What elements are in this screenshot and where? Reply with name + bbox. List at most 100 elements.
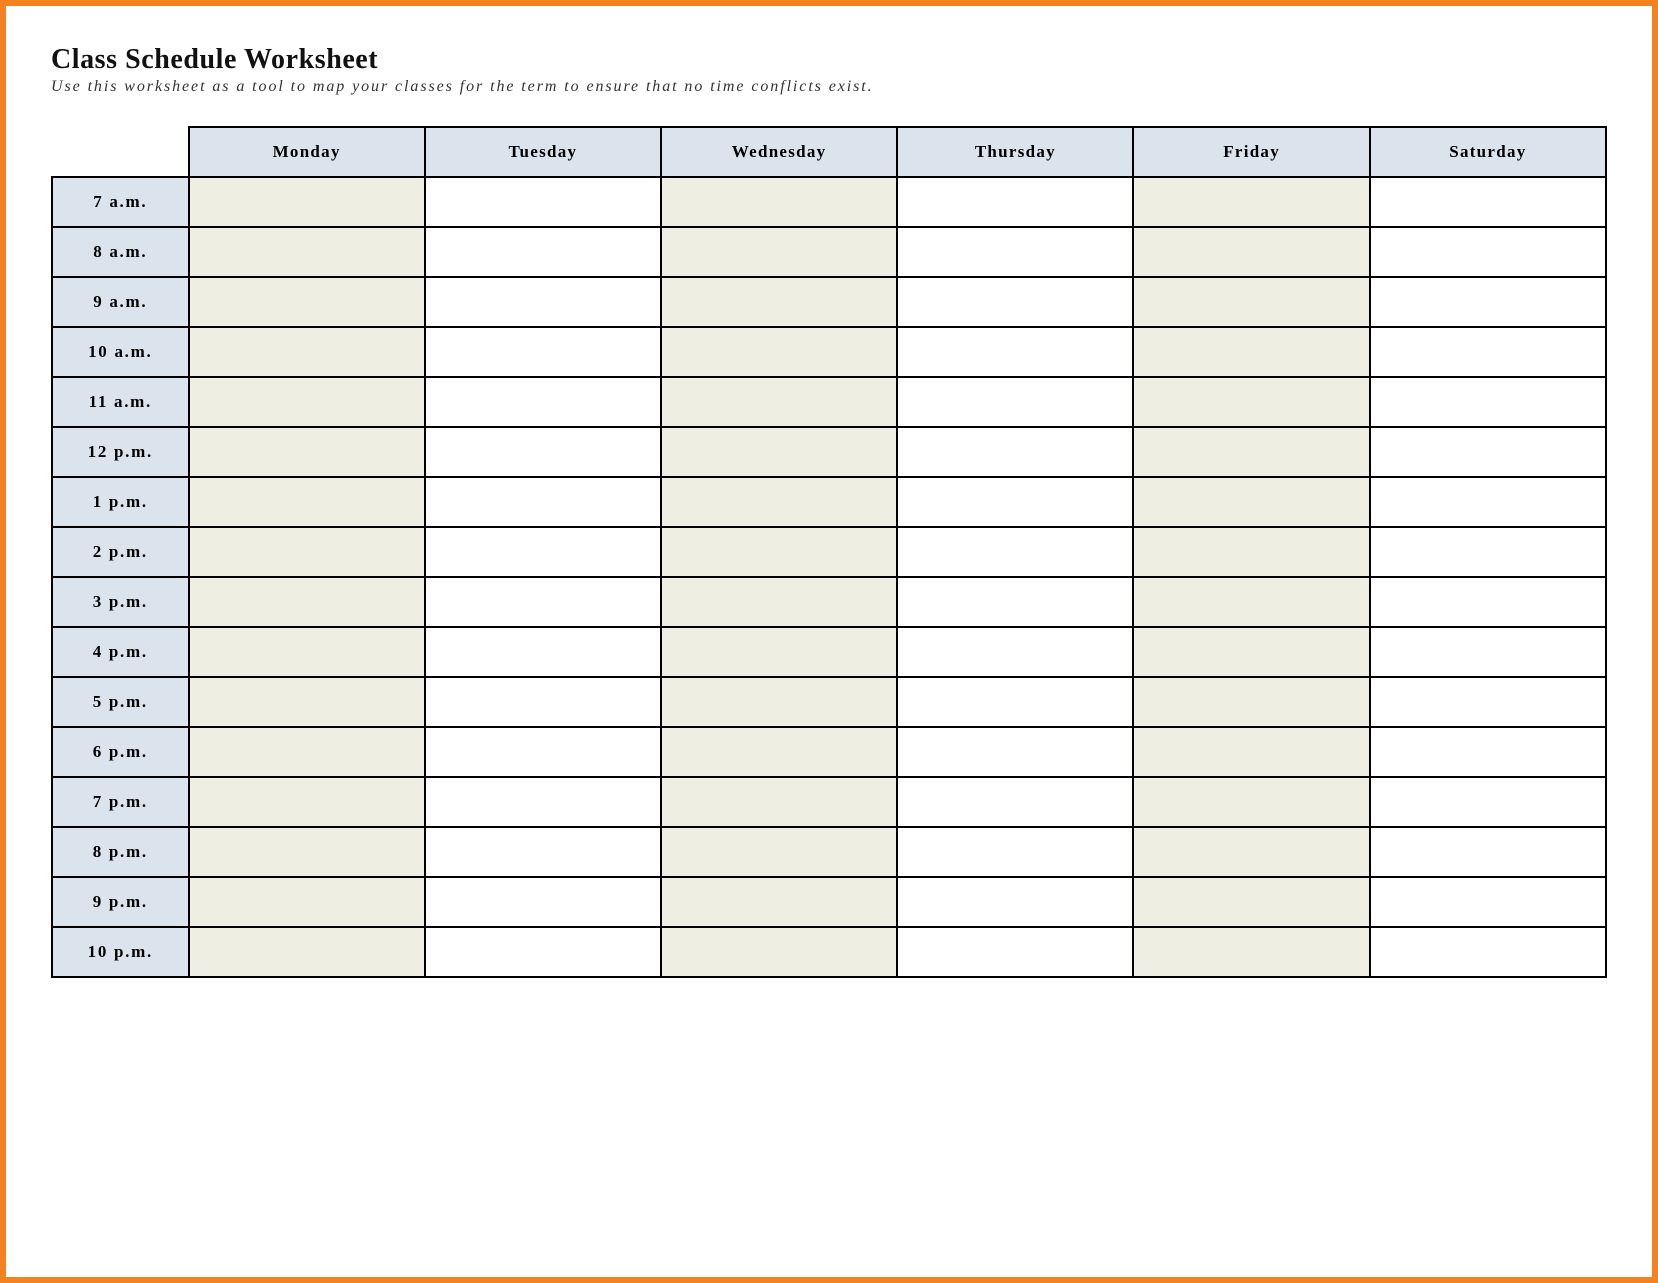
schedule-cell[interactable] xyxy=(897,227,1133,277)
schedule-cell[interactable] xyxy=(425,377,661,427)
schedule-cell[interactable] xyxy=(661,577,897,627)
schedule-cell[interactable] xyxy=(1370,427,1606,477)
schedule-cell[interactable] xyxy=(1370,327,1606,377)
header-row: Monday Tuesday Wednesday Thursday Friday… xyxy=(52,127,1606,177)
schedule-cell[interactable] xyxy=(1370,527,1606,577)
schedule-cell[interactable] xyxy=(897,577,1133,627)
schedule-cell[interactable] xyxy=(661,377,897,427)
schedule-cell[interactable] xyxy=(1370,227,1606,277)
schedule-cell[interactable] xyxy=(897,327,1133,377)
schedule-cell[interactable] xyxy=(897,727,1133,777)
schedule-cell[interactable] xyxy=(189,227,425,277)
schedule-cell[interactable] xyxy=(661,727,897,777)
schedule-cell[interactable] xyxy=(897,827,1133,877)
day-header-friday: Friday xyxy=(1133,127,1369,177)
schedule-cell[interactable] xyxy=(1370,277,1606,327)
schedule-cell[interactable] xyxy=(189,427,425,477)
schedule-cell[interactable] xyxy=(1133,377,1369,427)
schedule-cell[interactable] xyxy=(189,477,425,527)
schedule-cell[interactable] xyxy=(1133,227,1369,277)
schedule-cell[interactable] xyxy=(1133,427,1369,477)
schedule-cell[interactable] xyxy=(1370,477,1606,527)
schedule-cell[interactable] xyxy=(1370,877,1606,927)
schedule-cell[interactable] xyxy=(1133,277,1369,327)
schedule-cell[interactable] xyxy=(189,927,425,977)
schedule-cell[interactable] xyxy=(189,327,425,377)
schedule-cell[interactable] xyxy=(1133,627,1369,677)
schedule-cell[interactable] xyxy=(1370,377,1606,427)
schedule-cell[interactable] xyxy=(425,627,661,677)
schedule-cell[interactable] xyxy=(661,177,897,227)
schedule-cell[interactable] xyxy=(1370,827,1606,877)
schedule-cell[interactable] xyxy=(661,477,897,527)
schedule-cell[interactable] xyxy=(897,627,1133,677)
schedule-cell[interactable] xyxy=(661,877,897,927)
schedule-cell[interactable] xyxy=(1133,527,1369,577)
schedule-cell[interactable] xyxy=(189,177,425,227)
schedule-cell[interactable] xyxy=(661,827,897,877)
schedule-cell[interactable] xyxy=(1133,577,1369,627)
schedule-cell[interactable] xyxy=(425,477,661,527)
schedule-cell[interactable] xyxy=(189,377,425,427)
schedule-cell[interactable] xyxy=(1370,677,1606,727)
schedule-cell[interactable] xyxy=(1370,777,1606,827)
schedule-cell[interactable] xyxy=(1370,927,1606,977)
schedule-cell[interactable] xyxy=(897,777,1133,827)
schedule-cell[interactable] xyxy=(1133,777,1369,827)
schedule-cell[interactable] xyxy=(661,677,897,727)
schedule-cell[interactable] xyxy=(189,827,425,877)
schedule-cell[interactable] xyxy=(425,827,661,877)
schedule-cell[interactable] xyxy=(897,927,1133,977)
schedule-cell[interactable] xyxy=(661,227,897,277)
schedule-cell[interactable] xyxy=(661,627,897,677)
schedule-cell[interactable] xyxy=(189,627,425,677)
schedule-cell[interactable] xyxy=(661,327,897,377)
schedule-cell[interactable] xyxy=(1370,177,1606,227)
schedule-cell[interactable] xyxy=(1133,827,1369,877)
schedule-cell[interactable] xyxy=(189,277,425,327)
schedule-cell[interactable] xyxy=(661,277,897,327)
schedule-cell[interactable] xyxy=(425,727,661,777)
schedule-cell[interactable] xyxy=(1370,727,1606,777)
schedule-cell[interactable] xyxy=(425,177,661,227)
schedule-cell[interactable] xyxy=(189,527,425,577)
schedule-cell[interactable] xyxy=(425,527,661,577)
schedule-cell[interactable] xyxy=(1133,177,1369,227)
schedule-cell[interactable] xyxy=(189,777,425,827)
schedule-cell[interactable] xyxy=(425,427,661,477)
schedule-cell[interactable] xyxy=(189,677,425,727)
schedule-cell[interactable] xyxy=(897,377,1133,427)
schedule-cell[interactable] xyxy=(897,427,1133,477)
schedule-cell[interactable] xyxy=(897,477,1133,527)
schedule-cell[interactable] xyxy=(1133,877,1369,927)
schedule-cell[interactable] xyxy=(425,577,661,627)
schedule-cell[interactable] xyxy=(897,877,1133,927)
schedule-cell[interactable] xyxy=(1133,677,1369,727)
schedule-cell[interactable] xyxy=(425,277,661,327)
schedule-cell[interactable] xyxy=(1133,477,1369,527)
schedule-cell[interactable] xyxy=(425,927,661,977)
schedule-cell[interactable] xyxy=(661,427,897,477)
schedule-cell[interactable] xyxy=(1133,327,1369,377)
schedule-cell[interactable] xyxy=(425,677,661,727)
schedule-cell[interactable] xyxy=(897,677,1133,727)
schedule-cell[interactable] xyxy=(897,527,1133,577)
schedule-cell[interactable] xyxy=(425,227,661,277)
schedule-cell[interactable] xyxy=(425,877,661,927)
schedule-cell[interactable] xyxy=(661,927,897,977)
schedule-cell[interactable] xyxy=(425,777,661,827)
schedule-cell[interactable] xyxy=(897,177,1133,227)
schedule-cell[interactable] xyxy=(1370,627,1606,677)
schedule-cell[interactable] xyxy=(1133,927,1369,977)
schedule-cell[interactable] xyxy=(1370,577,1606,627)
schedule-cell[interactable] xyxy=(897,277,1133,327)
time-header: 7 p.m. xyxy=(52,777,189,827)
schedule-cell[interactable] xyxy=(661,777,897,827)
schedule-cell[interactable] xyxy=(425,327,661,377)
schedule-cell[interactable] xyxy=(189,877,425,927)
schedule-cell[interactable] xyxy=(189,577,425,627)
schedule-cell[interactable] xyxy=(661,527,897,577)
schedule-cell[interactable] xyxy=(1133,727,1369,777)
schedule-cell[interactable] xyxy=(189,727,425,777)
time-header: 2 p.m. xyxy=(52,527,189,577)
